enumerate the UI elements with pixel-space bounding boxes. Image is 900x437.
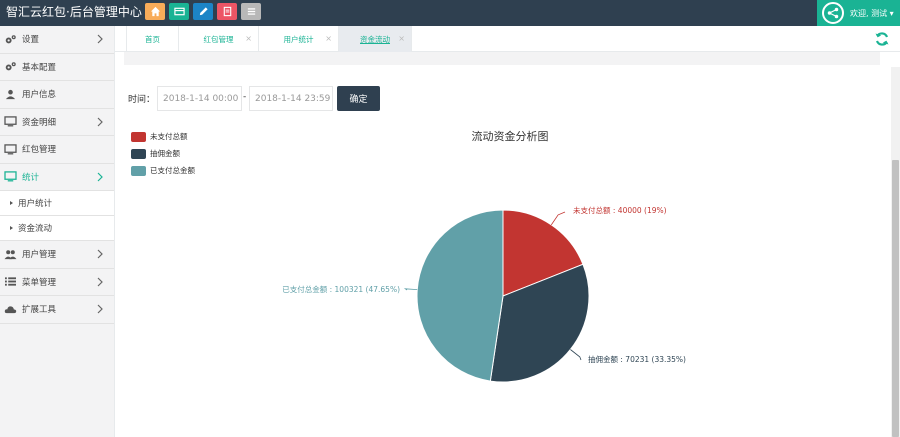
share-avatar-icon	[822, 2, 844, 24]
sidebar-item-user-info[interactable]: 用户信息	[0, 81, 114, 109]
home-button[interactable]	[145, 3, 165, 20]
gears-icon	[4, 34, 17, 45]
chevron-right-icon	[97, 277, 103, 286]
document-icon	[223, 6, 231, 17]
tab-label: 红包管理	[203, 34, 234, 44]
chevron-right-icon	[97, 172, 103, 181]
list-icon	[247, 8, 255, 15]
home-icon	[150, 6, 160, 17]
sidebar-item-extension-tools[interactable]: 扩展工具	[0, 296, 114, 324]
sidebar-subitem-label: 资金流动	[18, 224, 53, 234]
sidebar-item-label: 设置	[22, 35, 40, 46]
monitor-icon	[4, 144, 17, 155]
monitor-icon	[4, 171, 17, 182]
tab-redpacket-management[interactable]: 红包管理 ×	[179, 26, 259, 52]
chevron-right-icon	[97, 117, 103, 126]
sidebar-subitem-label: 用户统计	[18, 199, 53, 209]
tab-home[interactable]: 首页	[127, 26, 179, 52]
pie-data-label: 未支付总额 : 40000 (19%)	[573, 205, 667, 215]
app-title: 智汇云红包·后台管理中心	[6, 5, 142, 19]
refresh-icon[interactable]	[874, 31, 890, 47]
gears-icon	[4, 61, 17, 72]
pencil-icon	[199, 7, 208, 16]
user-greeting: 欢迎, 测试 ▾	[850, 8, 894, 18]
main-content: 时间： - 确定 未支付总额 抽佣金额 已支付总金额 流动资金分析图 未支付总额…	[115, 52, 900, 437]
monitor-icon	[4, 116, 17, 127]
document-button[interactable]	[217, 3, 237, 20]
sidebar-item-redpacket[interactable]: 红包管理	[0, 136, 114, 164]
tab-scroll-left-button[interactable]	[115, 26, 127, 52]
sidebar-item-user-management[interactable]: 用户管理	[0, 241, 114, 269]
sidebar-item-fund-detail[interactable]: 资金明细	[0, 109, 114, 136]
chevron-right-icon	[97, 249, 103, 259]
edit-button[interactable]	[193, 3, 213, 20]
tab-label: 资金流动	[360, 34, 390, 44]
sidebar-item-label: 基本配置	[22, 62, 57, 73]
list-button[interactable]	[241, 3, 261, 20]
sidebar-item-label: 用户信息	[22, 90, 57, 101]
chevron-right-icon	[97, 304, 103, 314]
user-menu[interactable]: 欢迎, 测试 ▾	[817, 0, 900, 26]
sidebar-subitem-user-stats[interactable]: 用户统计	[0, 191, 114, 216]
close-icon[interactable]: ×	[245, 34, 252, 43]
close-icon[interactable]: ×	[398, 34, 405, 43]
sidebar-item-label: 红包管理	[22, 145, 57, 156]
close-icon[interactable]: ×	[325, 34, 332, 43]
tab-fund-flow[interactable]: 资金流动 ×	[339, 26, 412, 52]
sidebar-item-label: 菜单管理	[22, 277, 57, 288]
pie-label-leader	[403, 288, 418, 291]
triangle-right-icon	[10, 201, 13, 205]
card-icon	[173, 7, 185, 16]
chevron-right-icon	[97, 34, 103, 44]
scrollbar-thumb[interactable]	[892, 160, 899, 437]
tab-user-stats[interactable]: 用户统计 ×	[259, 26, 339, 52]
sidebar: 设置 基本配置 用户信息 资金明细 红包管理 统计 用户统计 资金流动 用户管理…	[0, 26, 115, 437]
sidebar-item-label: 用户管理	[22, 250, 57, 261]
sidebar-subitem-fund-flow[interactable]: 资金流动	[0, 216, 114, 241]
sidebar-item-basic-config[interactable]: 基本配置	[0, 54, 114, 81]
pie-label-leader	[570, 349, 582, 361]
sidebar-item-settings[interactable]: 设置	[0, 26, 114, 54]
card-button[interactable]	[169, 3, 189, 20]
tab-label: 用户统计	[283, 34, 314, 44]
sidebar-item-menu-management[interactable]: 菜单管理	[0, 269, 114, 296]
user-icon	[4, 89, 17, 100]
tab-bar: 首页 红包管理 × 用户统计 × 资金流动 ×	[115, 26, 900, 52]
sidebar-item-statistics[interactable]: 统计	[0, 164, 114, 191]
sidebar-item-label: 扩展工具	[22, 305, 57, 316]
cloud-icon	[4, 304, 17, 315]
list-icon	[4, 276, 17, 287]
pie-label-leader	[550, 211, 566, 226]
users-icon	[4, 249, 17, 260]
pie-data-label: 已支付总金额 : 100321 (47.65%)	[282, 284, 400, 294]
pie-slice[interactable]	[416, 209, 504, 382]
top-navbar: 智汇云红包·后台管理中心 欢迎, 测试 ▾	[0, 0, 900, 26]
sidebar-item-label: 统计	[22, 172, 40, 183]
pie-chart: 未支付总额 : 40000 (19%) 抽佣金额 : 70231 (33.35%)…	[282, 205, 686, 383]
pie-data-label: 抽佣金额 : 70231 (33.35%)	[588, 354, 686, 364]
triangle-right-icon	[10, 226, 13, 230]
tab-label: 首页	[145, 34, 160, 44]
sidebar-item-label: 资金明细	[22, 117, 57, 128]
